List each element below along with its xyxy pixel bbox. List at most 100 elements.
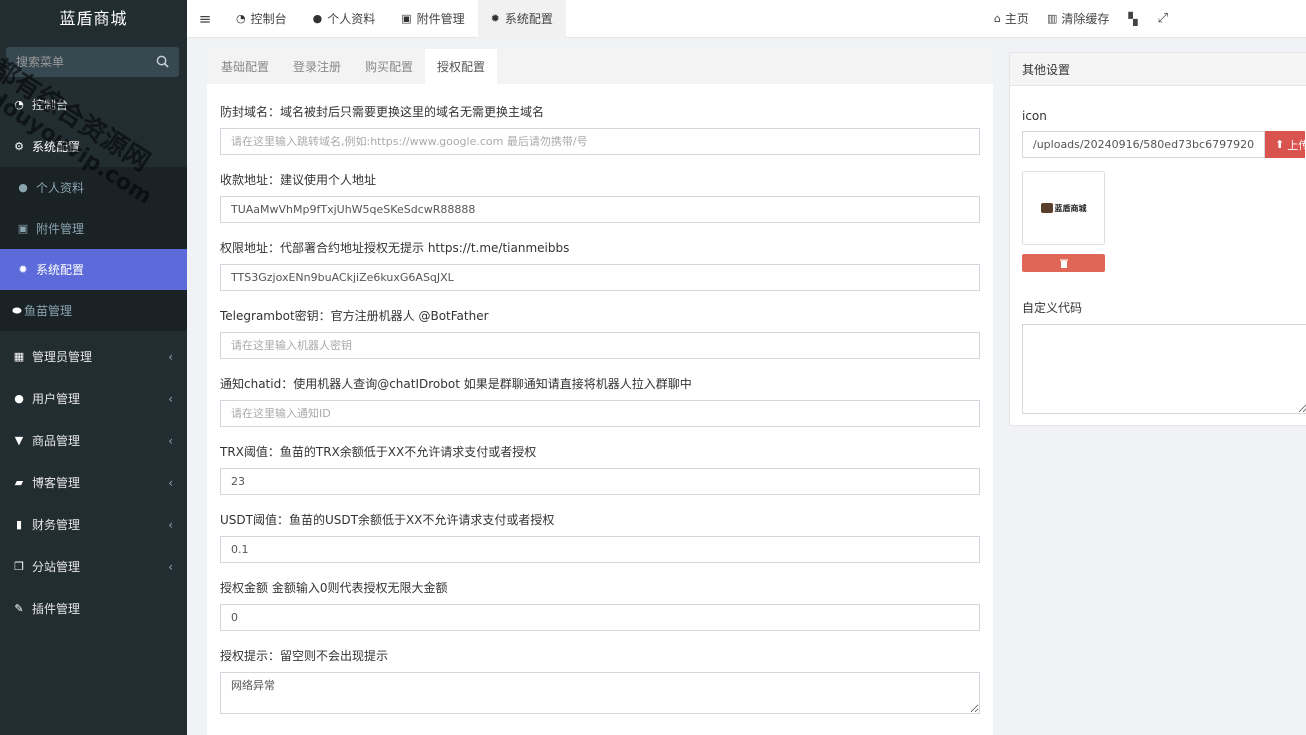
upload-button[interactable]: ⬆ 上传 <box>1265 131 1305 158</box>
icon-path-input[interactable] <box>1022 131 1265 158</box>
sidebar-item-label: 控制台 <box>32 97 69 112</box>
icon-row: ⬆ 上传 <box>1022 131 1306 158</box>
sidebar-item-system-config[interactable]: ✹ 系统配置 <box>0 249 187 290</box>
telegram-bot-key-input[interactable] <box>220 332 980 359</box>
home-link[interactable]: ⌂ 主页 <box>985 10 1038 27</box>
sidebar-item-substations[interactable]: ❐ 分站管理 ‹ <box>0 545 187 587</box>
sidebar-item-label: 插件管理 <box>32 601 81 616</box>
sidebar-item-label: 用户管理 <box>32 391 81 406</box>
trx-threshold-input[interactable] <box>220 468 980 495</box>
anti-block-domain-input[interactable] <box>220 128 980 155</box>
language-icon[interactable]: ▚ <box>1118 12 1147 26</box>
form-group: 防封域名：域名被封后只需要更换这里的域名无需更换主域名 <box>220 103 980 155</box>
trx-threshold-label: TRX阈值：鱼苗的TRX余额低于XX不允许请求支付或者授权 <box>220 445 537 459</box>
user-icon: ● <box>14 391 24 405</box>
search-icon[interactable] <box>156 55 169 68</box>
cogs-icon: ⚙ <box>14 139 24 153</box>
authorization-amount-label: 授权金额 金额输入0则代表授权无限大金额 <box>220 581 448 595</box>
clear-cache-label: 清除缓存 <box>1061 12 1110 26</box>
chevron-left-icon: ‹ <box>168 560 173 574</box>
form-group: 授权金额 金额输入0则代表授权无限大金额 <box>220 579 980 631</box>
chevron-left-icon: ‹ <box>168 476 173 490</box>
usdt-threshold-input[interactable] <box>220 536 980 563</box>
gear-icon: ✹ <box>18 263 28 276</box>
permission-address-input[interactable] <box>220 264 980 291</box>
sidebar-item-dashboard[interactable]: ◔ 控制台 <box>0 83 187 125</box>
authorization-tip-textarea[interactable]: 网络异常 <box>220 672 980 714</box>
sidebar: 蓝盾商城 ◔ 控制台 ⚙ 系统配置 ● 个人资料 ▣ 附件管理 ✹ 系统配置 ⬬… <box>0 0 187 735</box>
sidebar-item-finance[interactable]: ▮ 财务管理 ‹ <box>0 503 187 545</box>
custom-code-label: 自定义代码 <box>1022 301 1083 315</box>
dashboard-icon: ◔ <box>236 12 246 25</box>
sidebar-item-blog[interactable]: ▰ 博客管理 ‹ <box>0 461 187 503</box>
sidebar-item-attachments[interactable]: ▣ 附件管理 <box>0 208 187 249</box>
logo-image: 蓝盾商城 <box>1040 203 1087 214</box>
other-settings-panel: 其他设置 icon ⬆ 上传 蓝盾商城 自定义代码 <box>1009 52 1306 426</box>
top-right-links: ⌂ 主页 ▥ 清除缓存 ▚ ⤢ <box>985 0 1306 38</box>
windows-icon: ▦ <box>13 349 25 363</box>
payment-address-input[interactable] <box>220 196 980 223</box>
config-panel: 基础配置 登录注册 购买配置 授权配置 防封域名：域名被封后只需要更换这里的域名… <box>207 49 993 735</box>
sidebar-item-profile[interactable]: ● 个人资料 <box>0 167 187 208</box>
eye-icon: ⬬ <box>12 303 22 317</box>
sidebar-item-admins[interactable]: ▦ 管理员管理 ‹ <box>0 335 187 377</box>
form-group: 权限地址：代部署合约地址授权无提示 https://t.me/tianmeibb… <box>220 239 980 291</box>
brand-title[interactable]: 蓝盾商城 <box>0 0 187 38</box>
tab-attachments[interactable]: ▣ 附件管理 <box>388 0 477 38</box>
sidebar-item-label: 系统配置 <box>32 139 81 154</box>
menu-toggle-icon[interactable]: ≡ <box>187 10 223 28</box>
chevron-left-icon: ‹ <box>168 392 173 406</box>
authorization-form: 防封域名：域名被封后只需要更换这里的域名无需更换主域名 收款地址：建议使用个人地… <box>207 103 993 714</box>
authorization-amount-input[interactable] <box>220 604 980 631</box>
authorization-tip-label: 授权提示：留空则不会出现提示 <box>220 649 389 663</box>
search-input[interactable] <box>6 47 179 77</box>
tab-system-config[interactable]: ✹ 系统配置 <box>477 0 566 38</box>
tab-label: 附件管理 <box>416 12 465 26</box>
sidebar-item-products[interactable]: ▼ 商品管理 ‹ <box>0 419 187 461</box>
chevron-left-icon: ‹ <box>168 518 173 532</box>
fullscreen-icon[interactable]: ⤢ <box>1148 11 1178 26</box>
chat-id-label: 通知chatid：使用机器人查询@chatIDrobot 如果是群聊通知请直接将… <box>220 377 692 391</box>
sidebar-item-label: 个人资料 <box>36 181 85 195</box>
home-icon: ⌂ <box>993 12 1001 25</box>
tab-label: 个人资料 <box>327 12 376 26</box>
tab-dashboard[interactable]: ◔ 控制台 <box>223 0 300 38</box>
sidebar-item-label: 管理员管理 <box>32 349 93 364</box>
sidebar-item-fish[interactable]: ⬬ 鱼苗管理 <box>0 290 187 331</box>
cart-icon: ▼ <box>14 433 24 447</box>
gear-icon: ✹ <box>490 12 500 25</box>
tab-profile[interactable]: ● 个人资料 <box>300 0 389 38</box>
chat-id-input[interactable] <box>220 400 980 427</box>
payment-address-label: 收款地址：建议使用个人地址 <box>220 173 377 187</box>
user-icon: ● <box>18 181 28 194</box>
sidebar-item-system-config-group[interactable]: ⚙ 系统配置 <box>0 125 187 167</box>
sidebar-search <box>6 47 179 77</box>
sidebar-item-users[interactable]: ● 用户管理 ‹ <box>0 377 187 419</box>
config-tabs: 基础配置 登录注册 购买配置 授权配置 <box>207 49 993 84</box>
trash-icon: ▥ <box>1046 12 1058 25</box>
sidebar-item-label: 鱼苗管理 <box>24 304 73 318</box>
upload-icon: ⬆ <box>1275 138 1285 151</box>
sidebar-item-plugins[interactable]: ✎ 插件管理 <box>0 587 187 629</box>
image-icon: ▣ <box>401 12 412 25</box>
custom-code-textarea[interactable] <box>1022 324 1306 414</box>
delete-icon-button[interactable] <box>1022 254 1105 272</box>
user-icon: ● <box>312 12 323 25</box>
icon-preview[interactable]: 蓝盾商城 <box>1022 171 1105 245</box>
chevron-left-icon: ‹ <box>168 434 173 448</box>
tab-login-register[interactable]: 登录注册 <box>281 49 353 84</box>
top-navbar: ≡ ◔ 控制台 ● 个人资料 ▣ 附件管理 ✹ 系统配置 ⌂ 主页 ▥ 清除缓存… <box>187 0 1306 38</box>
tab-purchase-config[interactable]: 购买配置 <box>353 49 425 84</box>
tab-authorization-config[interactable]: 授权配置 <box>425 49 498 84</box>
clear-cache-link[interactable]: ▥ 清除缓存 <box>1038 10 1118 27</box>
form-group: USDT阈值：鱼苗的USDT余额低于XX不允许请求支付或者授权 <box>220 511 980 563</box>
icon-label: icon <box>1022 109 1047 123</box>
form-group: 收款地址：建议使用个人地址 <box>220 171 980 223</box>
dashboard-icon: ◔ <box>14 97 24 111</box>
tab-basic-config[interactable]: 基础配置 <box>209 49 281 84</box>
home-label: 主页 <box>1004 12 1029 26</box>
plug-icon: ✎ <box>14 601 24 615</box>
trash-icon <box>1059 259 1068 268</box>
bookmark-icon: ▮ <box>15 517 23 531</box>
telegram-bot-key-label: Telegrambot密钥：官方注册机器人 @BotFather <box>220 309 489 323</box>
